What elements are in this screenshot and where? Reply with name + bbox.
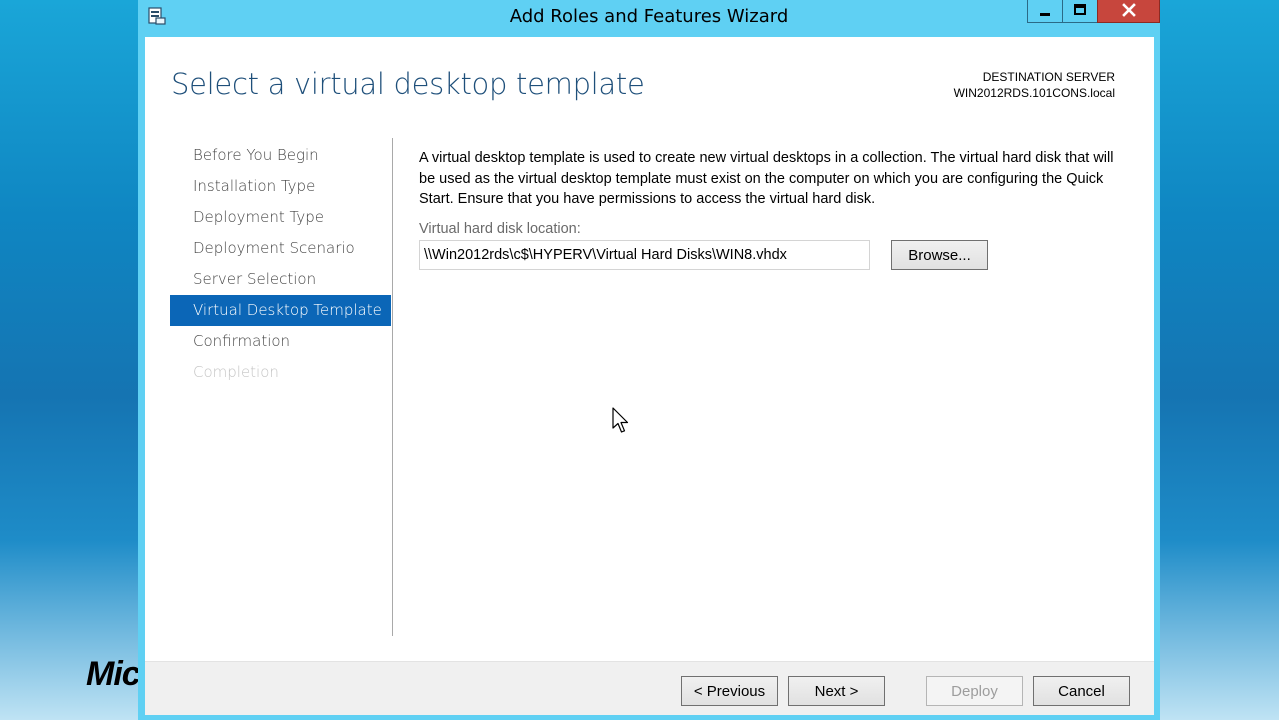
nav-item-before-you-begin[interactable]: Before You Begin xyxy=(170,140,391,171)
template-description: A virtual desktop template is used to cr… xyxy=(419,150,1114,207)
destination-server-block: DESTINATION SERVER WIN2012RDS.101CONS.lo… xyxy=(954,69,1115,101)
wizard-client-area: Select a virtual desktop template DESTIN… xyxy=(145,37,1154,715)
window-title: Add Roles and Features Wizard xyxy=(509,6,789,27)
maximize-icon xyxy=(1073,2,1087,21)
nav-item-confirmation[interactable]: Confirmation xyxy=(170,326,391,357)
next-button[interactable]: Next > xyxy=(788,676,885,706)
mouse-pointer-icon xyxy=(612,407,629,433)
wizard-window: Add Roles and Features Wizard Select a v… xyxy=(138,0,1160,720)
nav-item-deployment-scenario[interactable]: Deployment Scenario xyxy=(170,233,391,264)
wizard-footer: < Previous Next > Deploy Cancel xyxy=(145,662,1154,715)
nav-item-completion: Completion xyxy=(193,363,279,381)
nav-divider xyxy=(392,138,393,636)
vhd-location-label: Virtual hard disk location: xyxy=(419,221,581,237)
nav-item-deployment-type[interactable]: Deployment Type xyxy=(170,202,391,233)
destination-server-label: DESTINATION SERVER xyxy=(982,70,1115,84)
page-title: Select a virtual desktop template xyxy=(171,67,645,101)
wizard-steps-nav: Before You Begin Installation Type Deplo… xyxy=(170,140,391,388)
minimize-button[interactable] xyxy=(1027,0,1063,23)
deploy-button: Deploy xyxy=(926,676,1023,706)
minimize-icon xyxy=(1038,2,1052,21)
cancel-button[interactable]: Cancel xyxy=(1033,676,1130,706)
nav-item-installation-type[interactable]: Installation Type xyxy=(170,171,391,202)
destination-server-name: WIN2012RDS.101CONS.local xyxy=(953,86,1115,100)
maximize-button[interactable] xyxy=(1062,0,1098,23)
close-button[interactable] xyxy=(1097,0,1160,23)
close-icon xyxy=(1121,2,1136,21)
previous-button[interactable]: < Previous xyxy=(681,676,778,706)
background-logo-text: Mic xyxy=(86,655,141,693)
title-bar[interactable]: Add Roles and Features Wizard xyxy=(138,0,1160,36)
browse-button[interactable]: Browse... xyxy=(891,240,988,270)
nav-item-virtual-desktop-template[interactable]: Virtual Desktop Template xyxy=(170,295,391,326)
nav-item-server-selection[interactable]: Server Selection xyxy=(170,264,391,295)
vhd-location-input[interactable] xyxy=(419,240,870,270)
